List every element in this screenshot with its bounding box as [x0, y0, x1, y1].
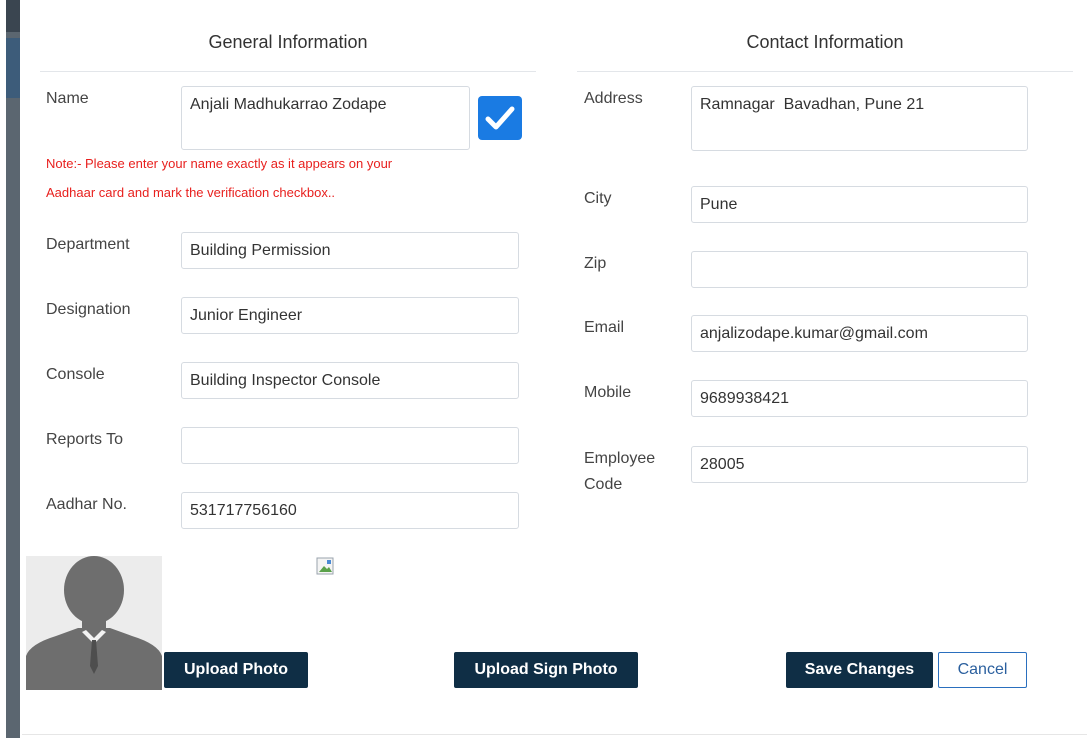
upload-photo-button[interactable]: Upload Photo — [164, 652, 308, 688]
aadhar-label: Aadhar No. — [46, 496, 127, 513]
name-input[interactable]: Anjali Madhukarrao Zodape — [181, 86, 470, 150]
cancel-button[interactable]: Cancel — [938, 652, 1027, 688]
contact-information-title: Contact Information — [746, 32, 904, 52]
employee-code-label-line1: Employee — [584, 450, 656, 467]
aadhar-input[interactable] — [181, 492, 519, 529]
edge-bar-highlight — [6, 38, 20, 98]
employee-code-label-line2: Code — [584, 476, 623, 493]
designation-input[interactable] — [181, 297, 519, 334]
reports-to-input[interactable] — [181, 427, 519, 464]
email-input[interactable] — [691, 315, 1028, 352]
modal-footer-line — [22, 734, 1087, 735]
console-label: Console — [46, 366, 105, 383]
upload-sign-photo-button[interactable]: Upload Sign Photo — [454, 652, 638, 688]
city-input[interactable] — [691, 186, 1028, 223]
zip-label: Zip — [584, 255, 607, 272]
zip-input[interactable] — [691, 251, 1028, 288]
reports-to-label: Reports To — [46, 431, 124, 448]
profile-photo — [26, 556, 162, 690]
address-label: Address — [584, 90, 643, 107]
name-verification-checkbox[interactable] — [478, 96, 522, 140]
aadhaar-note-line1: Note:- Please enter your name exactly as… — [46, 156, 393, 171]
mobile-label: Mobile — [584, 384, 632, 401]
sign-photo — [316, 557, 336, 577]
edge-bar — [6, 0, 20, 738]
aadhaar-note-line2: Aadhaar card and mark the verification c… — [46, 185, 336, 200]
general-divider — [40, 71, 536, 72]
department-label: Department — [46, 236, 130, 253]
checkmark-icon — [485, 106, 515, 130]
background-window-edge — [0, 0, 22, 738]
mobile-input[interactable] — [691, 380, 1028, 417]
email-label: Email — [584, 319, 625, 336]
employee-code-input[interactable] — [691, 446, 1028, 483]
address-input[interactable]: Ramnagar Bavadhan, Pune 21 — [691, 86, 1028, 151]
department-input[interactable] — [181, 232, 519, 269]
name-label: Name — [46, 90, 89, 107]
profile-edit-modal: General Information Name Anjali Madhukar… — [22, 0, 1087, 738]
save-changes-button[interactable]: Save Changes — [786, 652, 933, 688]
designation-label: Designation — [46, 301, 131, 318]
edge-bar-top — [6, 0, 20, 32]
broken-image-icon — [316, 557, 334, 575]
console-input[interactable] — [181, 362, 519, 399]
city-label: City — [584, 190, 612, 207]
contact-divider — [577, 71, 1073, 72]
general-information-title: General Information — [208, 32, 368, 52]
user-silhouette-icon — [26, 556, 162, 690]
